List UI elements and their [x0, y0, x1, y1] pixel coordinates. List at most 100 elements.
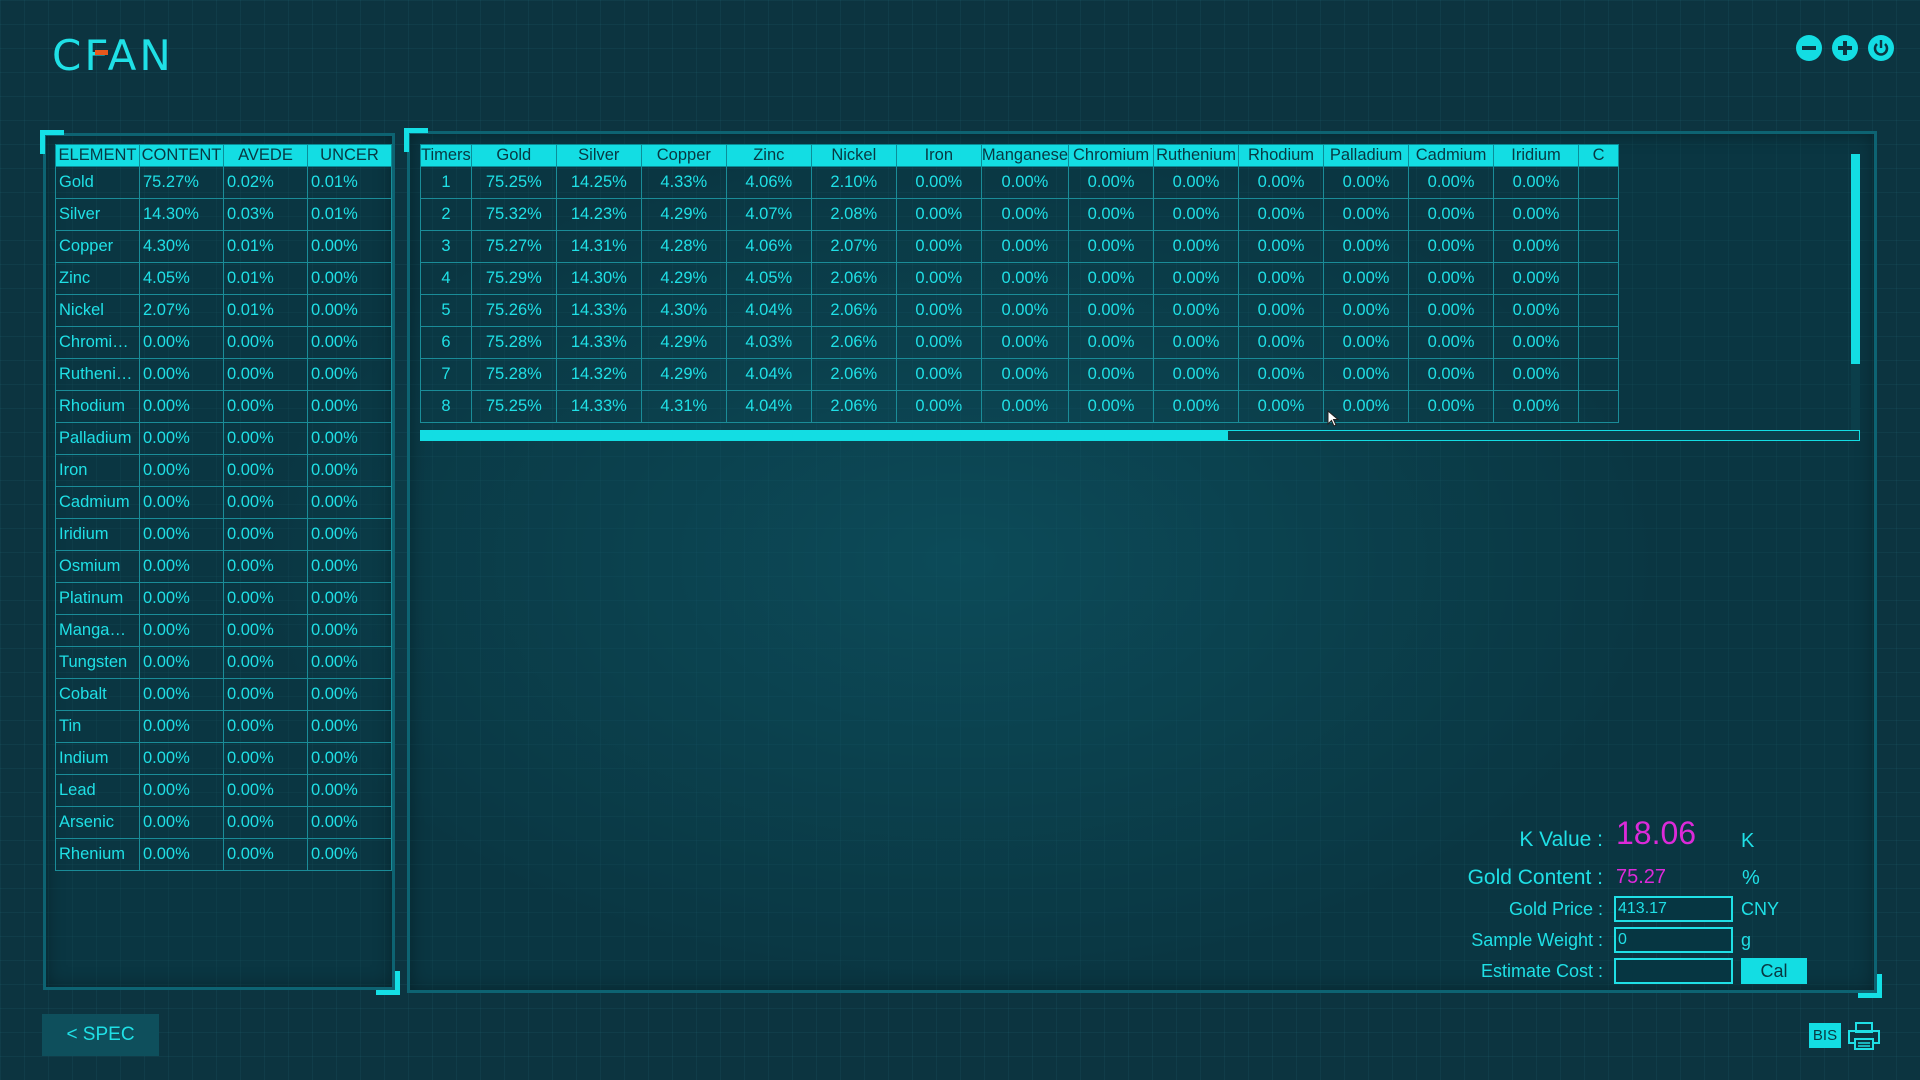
element-value-cell: 0.00% — [980, 326, 1070, 359]
table-row[interactable]: Zinc 4.05% 0.01% 0.00% — [55, 262, 392, 295]
column-header-ruthenium[interactable]: Ruthenium — [1153, 144, 1240, 167]
power-icon[interactable] — [1868, 35, 1894, 61]
measurement-table-viewport[interactable]: Timers Gold Silver Copper Zinc Nickel Iron Mang… — [420, 144, 1859, 440]
element-value-cell: 0.00% — [1068, 326, 1155, 359]
panel-corner — [404, 128, 428, 152]
spec-back-button[interactable]: < SPEC — [42, 1014, 159, 1056]
element-value-cell: 0.00% — [1408, 326, 1495, 359]
column-header-rhodium[interactable]: Rhodium — [1238, 144, 1325, 167]
table-row[interactable]: Palladium 0.00% 0.00% 0.00% — [55, 422, 392, 455]
element-value-cell: 0.00% — [1408, 358, 1495, 391]
column-header-gold[interactable]: Gold — [470, 144, 557, 167]
element-value-cell: 0.00% — [1068, 198, 1155, 231]
column-header-zinc[interactable]: Zinc — [725, 144, 812, 167]
gold-price-unit: CNY — [1741, 899, 1780, 919]
element-value-cell — [1578, 390, 1620, 423]
element-value-cell: 0.00% — [1068, 166, 1155, 199]
column-header-iron[interactable]: Iron — [895, 144, 982, 167]
element-name-cell: Cadmium — [55, 486, 140, 519]
column-header-iridium[interactable]: Iridium — [1493, 144, 1580, 167]
timer-index-cell: 5 — [420, 294, 472, 327]
table-row[interactable]: Cadmium 0.00% 0.00% 0.00% — [55, 486, 392, 519]
mouse-cursor-icon — [1327, 410, 1340, 427]
cfan-logo: CFAN — [52, 31, 171, 76]
column-header-c[interactable]: C — [1578, 144, 1620, 167]
table-row[interactable]: Tungsten 0.00% 0.00% 0.00% — [55, 646, 392, 679]
table-row[interactable]: Nickel 2.07% 0.01% 0.00% — [55, 294, 392, 327]
table-row[interactable]: Rutheni… 0.00% 0.00% 0.00% — [55, 358, 392, 391]
column-header-palladium[interactable]: Palladium — [1323, 144, 1410, 167]
element-value-cell: 4.04% — [725, 294, 812, 327]
table-row[interactable]: Cobalt 0.00% 0.00% 0.00% — [55, 678, 392, 711]
vertical-scrollbar[interactable] — [1851, 154, 1860, 431]
table-row[interactable]: 1 75.25% 14.25% 4.33% 4.06% 2.10% 0.00% 0.00% 0.… — [420, 166, 1620, 199]
element-value-cell: 0.00% — [895, 326, 982, 359]
table-row[interactable]: 5 75.26% 14.33% 4.30% 4.04% 2.06% 0.00% 0.00% 0.… — [420, 294, 1620, 327]
table-row[interactable]: Copper 4.30% 0.01% 0.00% — [55, 230, 392, 263]
element-value-cell: 4.05% — [725, 262, 812, 295]
printer-icon[interactable] — [1847, 1021, 1881, 1051]
element-value-cell: 0.00% — [1238, 358, 1325, 391]
element-value-cell: 0.00% — [1238, 166, 1325, 199]
element-name-cell: Osmium — [55, 550, 140, 583]
table-row[interactable]: 3 75.27% 14.31% 4.28% 4.06% 2.07% 0.00% 0.00% 0.… — [420, 230, 1620, 263]
table-row[interactable]: Chromi… 0.00% 0.00% 0.00% — [55, 326, 392, 359]
column-header-nickel[interactable]: Nickel — [810, 144, 897, 167]
table-row[interactable]: Lead 0.00% 0.00% 0.00% — [55, 774, 392, 807]
table-row[interactable]: Tin 0.00% 0.00% 0.00% — [55, 710, 392, 743]
minimize-icon[interactable] — [1796, 35, 1822, 61]
column-header-copper[interactable]: Copper — [640, 144, 727, 167]
avede-cell: 0.00% — [223, 390, 308, 423]
table-row[interactable]: 7 75.28% 14.32% 4.29% 4.04% 2.06% 0.00% 0.00% 0.… — [420, 358, 1620, 391]
element-name-cell: Manga… — [55, 614, 140, 647]
column-header-cadmium[interactable]: Cadmium — [1408, 144, 1495, 167]
uncer-cell: 0.00% — [307, 614, 392, 647]
element-value-cell: 2.06% — [810, 294, 897, 327]
table-row[interactable]: Manga… 0.00% 0.00% 0.00% — [55, 614, 392, 647]
element-value-cell: 0.00% — [980, 166, 1070, 199]
col-avede[interactable]: AVEDE — [223, 144, 308, 167]
table-row[interactable]: 6 75.28% 14.33% 4.29% 4.03% 2.06% 0.00% 0.00% 0.… — [420, 326, 1620, 359]
table-row[interactable]: 2 75.32% 14.23% 4.29% 4.07% 2.08% 0.00% 0.00% 0.… — [420, 198, 1620, 231]
gold-price-input[interactable] — [1614, 896, 1733, 922]
table-row[interactable]: Rhenium 0.00% 0.00% 0.00% — [55, 838, 392, 871]
uncer-cell: 0.00% — [307, 294, 392, 327]
element-value-cell: 0.00% — [1153, 166, 1240, 199]
element-value-cell: 0.00% — [1068, 262, 1155, 295]
plus-icon[interactable] — [1832, 35, 1858, 61]
table-row[interactable]: Indium 0.00% 0.00% 0.00% — [55, 742, 392, 775]
table-row[interactable]: Arsenic 0.00% 0.00% 0.00% — [55, 806, 392, 839]
table-row[interactable]: Silver 14.30% 0.03% 0.01% — [55, 198, 392, 231]
element-value-cell: 0.00% — [1068, 230, 1155, 263]
avede-cell: 0.00% — [223, 518, 308, 551]
avede-cell: 0.01% — [223, 262, 308, 295]
table-row[interactable]: 4 75.29% 14.30% 4.29% 4.05% 2.06% 0.00% 0.00% 0.… — [420, 262, 1620, 295]
col-element[interactable]: ELEMENT — [55, 144, 140, 167]
estimate-cost-field[interactable] — [1614, 958, 1733, 984]
content-cell: 0.00% — [139, 838, 224, 871]
table-row[interactable]: 8 75.25% 14.33% 4.31% 4.04% 2.06% 0.00% 0.00% 0.… — [420, 390, 1620, 423]
window-controls — [1796, 35, 1894, 61]
col-uncer[interactable]: UNCER — [307, 144, 392, 167]
bis-button[interactable]: BIS — [1809, 1023, 1841, 1048]
col-content[interactable]: CONTENT — [139, 144, 224, 167]
sample-weight-input[interactable] — [1614, 927, 1733, 953]
element-value-cell: 4.29% — [640, 198, 727, 231]
column-header-silver[interactable]: Silver — [555, 144, 642, 167]
table-row[interactable]: Iron 0.00% 0.00% 0.00% — [55, 454, 392, 487]
table-row[interactable]: Iridium 0.00% 0.00% 0.00% — [55, 518, 392, 551]
element-value-cell: 0.00% — [1153, 262, 1240, 295]
element-value-cell: 14.33% — [555, 390, 642, 423]
horizontal-scrollbar[interactable] — [420, 430, 1860, 441]
column-header-timers[interactable]: Timers — [420, 144, 472, 167]
column-header-manganese[interactable]: Manganese — [980, 144, 1070, 167]
content-cell: 0.00% — [139, 518, 224, 551]
table-row[interactable]: Rhodium 0.00% 0.00% 0.00% — [55, 390, 392, 423]
cal-button[interactable]: Cal — [1741, 958, 1807, 984]
table-row[interactable]: Gold 75.27% 0.02% 0.01% — [55, 166, 392, 199]
horizontal-scroll-thumb[interactable] — [421, 431, 1228, 440]
column-header-chromium[interactable]: Chromium — [1068, 144, 1155, 167]
table-row[interactable]: Platinum 0.00% 0.00% 0.00% — [55, 582, 392, 615]
table-row[interactable]: Osmium 0.00% 0.00% 0.00% — [55, 550, 392, 583]
vertical-scroll-thumb[interactable] — [1851, 154, 1860, 364]
